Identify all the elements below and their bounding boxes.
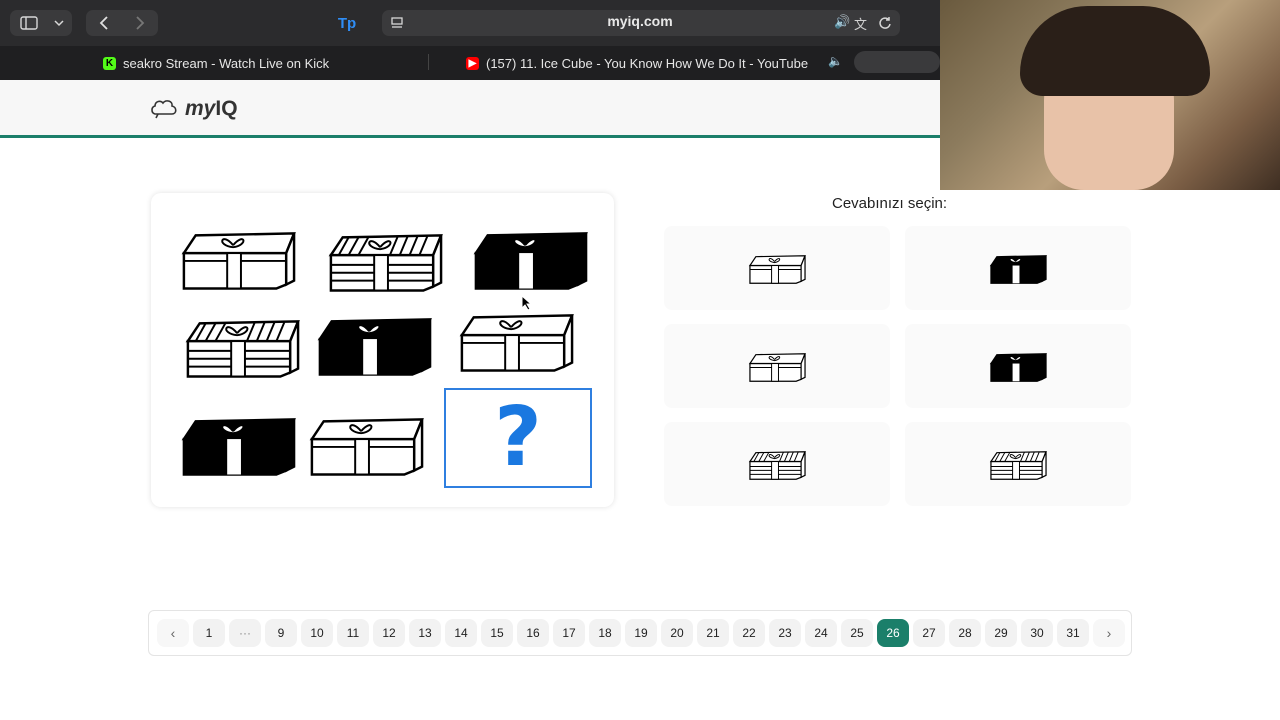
page-15[interactable]: 15 — [481, 619, 513, 647]
back-button[interactable] — [94, 11, 114, 35]
page-20[interactable]: 20 — [661, 619, 693, 647]
answer-option-3[interactable] — [664, 324, 890, 408]
page-18[interactable]: 18 — [589, 619, 621, 647]
tab-title: seakro Stream - Watch Live on Kick — [123, 55, 330, 71]
answer-option-1[interactable] — [664, 226, 890, 310]
extension-icon[interactable]: Tp — [334, 11, 360, 35]
logo-my: my — [185, 97, 216, 120]
page-9[interactable]: 9 — [265, 619, 297, 647]
gift-outline-cell — [182, 232, 296, 290]
answer-option-6[interactable] — [905, 422, 1131, 506]
webcam-overlay — [940, 0, 1280, 190]
gift-striped-cell — [186, 320, 300, 378]
question-mark: ? — [494, 390, 542, 485]
tab-kick[interactable]: K seakro Stream - Watch Live on Kick — [103, 53, 329, 73]
page-21[interactable]: 21 — [697, 619, 729, 647]
gift-outline-cell — [310, 418, 424, 476]
gift-black-icon — [990, 255, 1047, 284]
site-logo[interactable]: my IQ — [150, 97, 238, 121]
speaker-icon[interactable]: 🔈 — [828, 54, 843, 68]
youtube-favicon-icon: ▶ — [466, 56, 479, 70]
cursor-icon — [521, 295, 533, 311]
page-12[interactable]: 12 — [373, 619, 405, 647]
gift-striped-icon — [749, 451, 806, 480]
gift-outline-cell — [460, 314, 574, 372]
page-17[interactable]: 17 — [553, 619, 585, 647]
page-13[interactable]: 13 — [409, 619, 441, 647]
page-25[interactable]: 25 — [841, 619, 873, 647]
answer-prompt: Cevabınızı seçin: — [832, 195, 948, 212]
gift-black-cell — [182, 418, 296, 476]
reload-icon[interactable] — [876, 11, 894, 35]
page-23[interactable]: 23 — [769, 619, 801, 647]
page-19[interactable]: 19 — [625, 619, 657, 647]
sidebar-icon — [18, 11, 40, 35]
missing-cell: ? — [444, 388, 592, 488]
page-11[interactable]: 11 — [337, 619, 369, 647]
logo-iq: IQ — [215, 97, 238, 120]
page-10[interactable]: 10 — [301, 619, 333, 647]
tab-youtube[interactable]: ▶ (157) 11. Ice Cube - You Know How We D… — [466, 53, 808, 73]
speaker-icon[interactable]: 🔊 — [834, 14, 850, 30]
page-27[interactable]: 27 — [913, 619, 945, 647]
page-ellipsis: ··· — [229, 619, 261, 647]
page-29[interactable]: 29 — [985, 619, 1017, 647]
url-text[interactable]: myiq.com — [540, 13, 740, 29]
answer-option-2[interactable] — [905, 226, 1131, 310]
gift-black-icon — [990, 353, 1047, 382]
page-26-current[interactable]: 26 — [877, 619, 909, 647]
translate-icon[interactable]: 文 — [854, 14, 867, 33]
next-page-button[interactable]: › — [1093, 619, 1125, 647]
gift-outline-icon — [749, 353, 806, 382]
tab-title: (157) 11. Ice Cube - You Know How We Do … — [486, 55, 809, 71]
question-pagination: ‹ 1 ··· 9 10 11 12 13 14 15 16 17 18 19 … — [148, 610, 1132, 656]
hair — [1020, 6, 1210, 96]
gift-striped-cell — [329, 234, 443, 292]
kick-favicon-icon: K — [103, 56, 116, 70]
page-1[interactable]: 1 — [193, 619, 225, 647]
gift-outline-icon — [749, 255, 806, 284]
page-22[interactable]: 22 — [733, 619, 765, 647]
page-16[interactable]: 16 — [517, 619, 549, 647]
tab-separator — [428, 54, 429, 70]
page-14[interactable]: 14 — [445, 619, 477, 647]
new-tab-button[interactable] — [854, 51, 940, 73]
reader-icon[interactable] — [388, 11, 406, 35]
page-31[interactable]: 31 — [1057, 619, 1089, 647]
gift-black-cell — [318, 318, 432, 376]
page-28[interactable]: 28 — [949, 619, 981, 647]
forward-button[interactable] — [130, 11, 150, 35]
gift-striped-icon — [990, 451, 1047, 480]
answer-option-5[interactable] — [664, 422, 890, 506]
answer-option-4[interactable] — [905, 324, 1131, 408]
prev-page-button[interactable]: ‹ — [157, 619, 189, 647]
gift-black-cell — [474, 232, 588, 290]
chevron-down-icon[interactable] — [50, 11, 68, 35]
page-24[interactable]: 24 — [805, 619, 837, 647]
page-30[interactable]: 30 — [1021, 619, 1053, 647]
brain-icon — [151, 100, 177, 119]
